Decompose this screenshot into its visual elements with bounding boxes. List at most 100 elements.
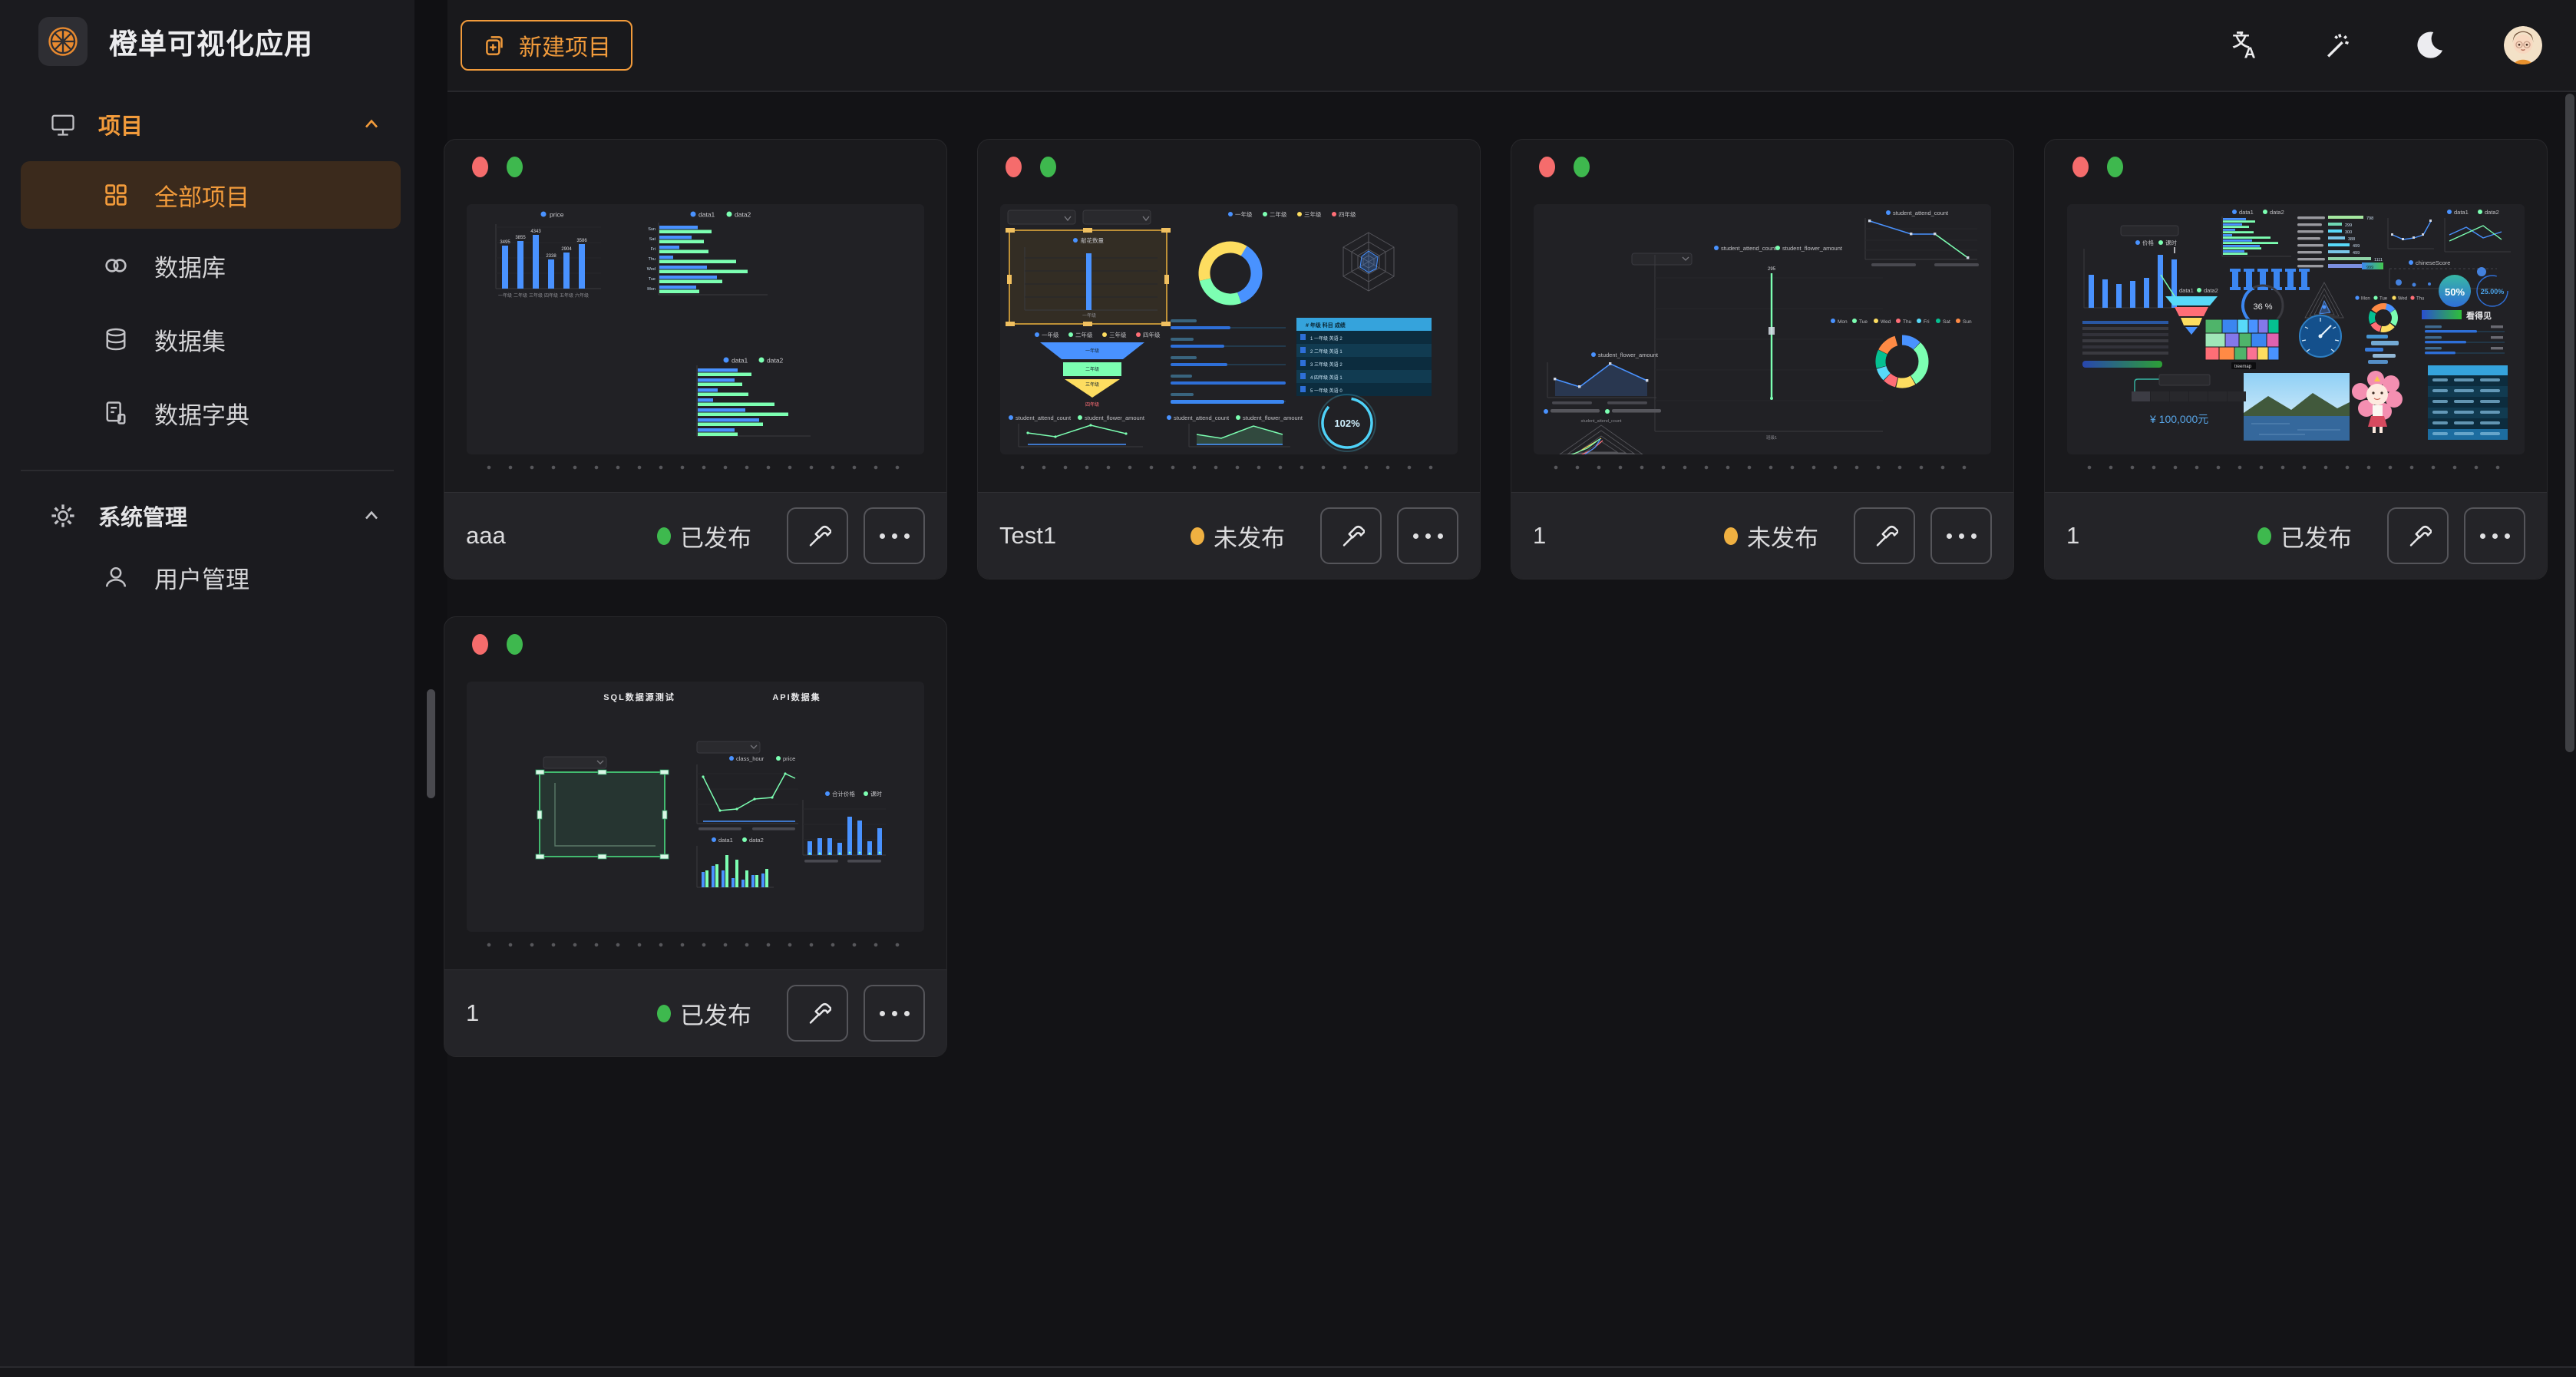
thumbnail-dashboard: student_attend_count student_attend_coun… — [1534, 204, 1991, 454]
edit-project-button[interactable] — [787, 985, 848, 1042]
bottom-scroll-track[interactable] — [0, 1366, 2576, 1377]
mini-progress-bars — [1171, 319, 1286, 404]
more-actions-button[interactable] — [2464, 507, 2525, 564]
svg-text:student_attend_count: student_attend_count — [1581, 419, 1622, 424]
sidebar-divider — [21, 470, 394, 471]
svg-text:999: 999 — [2366, 266, 2373, 270]
svg-text:Tue: Tue — [2379, 297, 2388, 302]
project-card-1a[interactable]: student_attend_count student_attend_coun… — [1511, 139, 2014, 580]
sidebar-item-dictionary[interactable]: 数据字典 — [0, 376, 414, 450]
copy-plus-icon — [482, 32, 508, 58]
sidebar-item-database[interactable]: 数据库 — [0, 229, 414, 302]
person-icon — [102, 563, 130, 591]
svg-text:看得见: 看得见 — [2466, 310, 2492, 321]
new-project-button[interactable]: 新建项目 — [461, 20, 632, 71]
svg-text:data2: data2 — [735, 211, 751, 219]
sidebar-group-system[interactable]: 系统管理 — [0, 491, 414, 540]
mini-combo-chart: 价格 课时 — [2084, 226, 2205, 308]
card-footer: 1 已发布 — [444, 969, 946, 1056]
project-card-1c[interactable]: SQL数据源测试 API数据集 class_hour price — [444, 616, 947, 1057]
mini-funnel-chart: 一年级 二年级 三年级 四年级 一年级 二年级 三年级 四年级 — [1035, 331, 1161, 408]
svg-text:合计价格: 合计价格 — [832, 790, 855, 797]
more-actions-button[interactable] — [1397, 507, 1458, 564]
svg-text:data2: data2 — [767, 357, 784, 365]
mini-donut-week: Mon Tue Wed Thu Fri Sat Sun — [1831, 319, 1972, 392]
project-thumbnail: 献花数量 一年级 一年级 二年级 三年级 四年级 一年级 二年级 — [1000, 204, 1458, 454]
svg-text:2338: 2338 — [546, 254, 556, 259]
project-card-aaa[interactable]: price 3495 3855 4343 2338 2904 3586 一年级 … — [444, 139, 947, 580]
traffic-dot-red — [472, 634, 488, 655]
more-actions-button[interactable] — [1930, 507, 1992, 564]
sidebar-group-projects[interactable]: 项目 — [0, 100, 414, 149]
svg-text:2 二年级 英语 1: 2 二年级 英语 1 — [1310, 348, 1342, 355]
status-dot — [657, 1005, 671, 1022]
ellipsis-icon — [2480, 533, 2510, 539]
dark-mode-toggle[interactable] — [2412, 28, 2447, 63]
edit-project-button[interactable] — [1320, 507, 1382, 564]
gear-icon — [49, 502, 77, 530]
svg-text:二年级: 二年级 — [1270, 210, 1287, 218]
svg-text:data2: data2 — [749, 837, 764, 844]
thumbnail-dashboard: 价格 课时 data1 data2 — [2067, 204, 2525, 454]
svg-text:一年级: 一年级 — [1235, 210, 1253, 218]
project-card-test1[interactable]: 献花数量 一年级 一年级 二年级 三年级 四年级 一年级 二年级 — [977, 139, 1481, 580]
project-thumbnail: student_attend_count student_attend_coun… — [1534, 204, 1991, 454]
svg-text:price: price — [550, 211, 564, 219]
group-label-projects: 项目 — [98, 108, 339, 140]
edit-project-button[interactable] — [2387, 507, 2449, 564]
thumbnail-ruler-dots — [1012, 465, 1449, 470]
svg-text:课时: 课时 — [2165, 239, 2178, 246]
svg-text:price: price — [783, 755, 795, 762]
status-badge: 未发布 — [1191, 519, 1285, 553]
project-thumbnail: 价格 课时 data1 data2 — [2067, 204, 2525, 454]
topbar-actions: 文 A — [2228, 0, 2542, 91]
svg-text:300: 300 — [2345, 230, 2352, 235]
mini-photo — [2244, 373, 2350, 441]
sidebar-item-all-projects[interactable]: 全部项目 — [21, 161, 401, 229]
status-badge: 已发布 — [2257, 519, 2352, 553]
sidebar-item-user-management[interactable]: 用户管理 — [0, 540, 414, 614]
svg-text:三年级: 三年级 — [529, 292, 543, 299]
svg-text:2904: 2904 — [561, 247, 572, 252]
svg-text:六年级: 六年级 — [575, 292, 589, 299]
svg-text:课时: 课时 — [870, 790, 883, 797]
mini-gradient-tag: 看得见 — [2422, 310, 2492, 321]
svg-text:# 年级 科目 成绩: # 年级 科目 成绩 — [1306, 322, 1346, 329]
user-avatar[interactable] — [2504, 26, 2542, 64]
svg-text:三年级: 三年级 — [1304, 210, 1322, 218]
thumbnail-dashboard: price 3495 3855 4343 2338 2904 3586 一年级 … — [467, 204, 924, 454]
app-logo[interactable] — [38, 17, 88, 66]
mini-line-chart-left: student_flower_amount — [1544, 352, 1661, 414]
thumbnail-dashboard: SQL数据源测试 API数据集 class_hour price — [467, 682, 924, 932]
thumbnail-ruler-dots — [478, 465, 916, 470]
svg-text:Mon: Mon — [2361, 297, 2370, 302]
card-footer: Test1 未发布 — [978, 492, 1480, 579]
sidebar-item-label: 用户管理 — [154, 560, 249, 595]
mini-donut-chart: 一年级 二年级 三年级 四年级 — [1195, 210, 1356, 309]
mini-hbar-chart-top: data1 data2 Sun Sat Fri Thu Wed T — [647, 211, 768, 296]
mini-selected-widget — [536, 770, 669, 859]
project-card-1b[interactable]: 价格 课时 data1 data2 — [2044, 139, 2548, 580]
sidebar-item-dataset[interactable]: 数据集 — [0, 302, 414, 376]
svg-text:Thu: Thu — [1903, 319, 1912, 325]
edit-project-button[interactable] — [1854, 507, 1915, 564]
mini-line-chart-api: class_hour price — [697, 755, 798, 830]
mini-triangle-radar-small — [2305, 282, 2343, 318]
hammer-icon — [1337, 522, 1365, 550]
sidebar-scrollbar-thumb[interactable] — [427, 689, 435, 798]
traffic-dot-green — [507, 157, 523, 177]
svg-text:一年级: 一年级 — [498, 292, 512, 299]
more-actions-button[interactable] — [864, 985, 925, 1042]
page-scrollbar-thumb[interactable] — [2565, 94, 2574, 752]
more-actions-button[interactable] — [864, 507, 925, 564]
svg-text:三年级: 三年级 — [1109, 331, 1127, 338]
language-icon[interactable]: 文 A — [2228, 28, 2263, 63]
svg-text:一年级: 一年级 — [1042, 331, 1059, 338]
svg-text:献花数量: 献花数量 — [1081, 236, 1104, 244]
hammer-icon — [2404, 522, 2432, 550]
card-footer: 1 已发布 — [2045, 492, 2547, 579]
edit-project-button[interactable] — [787, 507, 848, 564]
svg-text:Mon: Mon — [1838, 319, 1848, 325]
svg-text:student_attend_count: student_attend_count — [1721, 245, 1777, 252]
magic-wand-icon[interactable] — [2320, 28, 2355, 63]
